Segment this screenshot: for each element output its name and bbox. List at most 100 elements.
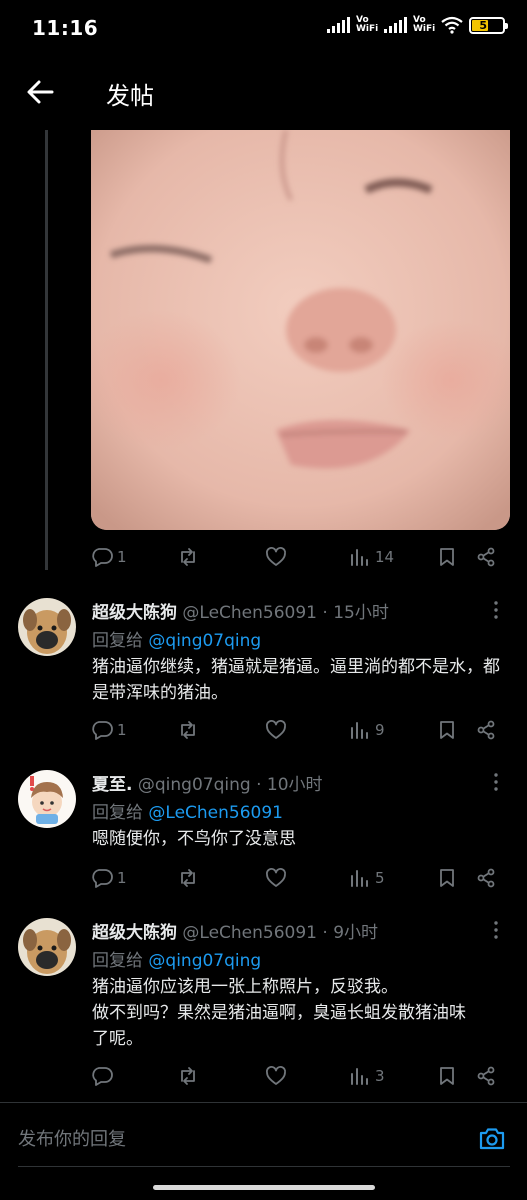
reply-action-bar: 1 9 bbox=[91, 715, 511, 745]
reply-to-mention[interactable]: @LeChen56091 bbox=[148, 803, 283, 823]
views-button[interactable]: 9 bbox=[349, 715, 385, 745]
views-button[interactable]: 3 bbox=[349, 1061, 385, 1091]
composer-divider bbox=[0, 1102, 527, 1103]
reply-to-prefix: 回复给 bbox=[92, 803, 149, 823]
reply-count: 1 bbox=[117, 721, 127, 739]
post-image[interactable] bbox=[91, 130, 510, 530]
thread-connector-line bbox=[45, 130, 48, 570]
share-button[interactable] bbox=[475, 1061, 497, 1091]
retweet-icon bbox=[181, 548, 195, 566]
like-button[interactable] bbox=[265, 1061, 287, 1091]
share-icon bbox=[477, 547, 495, 567]
reply-action-bar: 3 bbox=[91, 1061, 511, 1091]
avatar[interactable] bbox=[18, 598, 76, 656]
bookmark-button[interactable] bbox=[436, 1061, 458, 1091]
share-button[interactable] bbox=[475, 542, 497, 572]
retweet-button[interactable] bbox=[177, 715, 199, 745]
reply-button[interactable] bbox=[91, 1061, 117, 1091]
reply-button[interactable]: 1 bbox=[91, 715, 127, 745]
retweet-button[interactable] bbox=[177, 1061, 199, 1091]
reply-header: 夏至. @qing07qing · 10小时 bbox=[92, 770, 323, 795]
comment-icon bbox=[92, 1067, 113, 1086]
handle-and-time: @LeChen56091 · 15小时 bbox=[182, 603, 389, 623]
share-button[interactable] bbox=[475, 715, 497, 745]
bar-chart-icon bbox=[351, 870, 368, 887]
bookmark-button[interactable] bbox=[436, 715, 458, 745]
retweet-button[interactable] bbox=[177, 542, 199, 572]
like-button[interactable] bbox=[265, 863, 287, 893]
heart-icon bbox=[266, 868, 286, 887]
reply-header: 超级大陈狗 @LeChen56091 · 15小时 bbox=[92, 598, 389, 623]
views-button[interactable]: 14 bbox=[349, 542, 394, 572]
reply-text: 猪油逼你应该甩一张上称照片，反驳我。 做不到吗？果然是猪油逼啊，臭逼长蛆发散猪油… bbox=[92, 974, 512, 1052]
comment-icon bbox=[92, 869, 113, 888]
signal-icon bbox=[327, 17, 350, 33]
reply-text: 嗯随便你，不鸟你了没意思 bbox=[92, 829, 296, 849]
bookmark-button[interactable] bbox=[436, 542, 458, 572]
bar-chart-icon bbox=[351, 549, 368, 566]
retweet-button[interactable] bbox=[177, 863, 199, 893]
display-name[interactable]: 超级大陈狗 bbox=[92, 603, 177, 623]
reply-text-line: 猪油逼你应该甩一张上称照片，反驳我。 bbox=[92, 977, 398, 997]
reply-button[interactable]: 1 bbox=[91, 863, 127, 893]
camera-icon[interactable] bbox=[477, 1124, 507, 1154]
reply-button[interactable]: 1 bbox=[91, 542, 127, 572]
reply-to-prefix: 回复给 bbox=[92, 951, 149, 971]
top-bar: 发帖 bbox=[0, 58, 527, 128]
retweet-icon bbox=[181, 721, 195, 739]
comment-icon bbox=[92, 721, 113, 740]
heart-icon bbox=[266, 1066, 286, 1085]
status-icons: Vo WiFi Vo WiFi 51 bbox=[327, 15, 508, 34]
handle-and-time: @qing07qing · 10小时 bbox=[137, 775, 323, 795]
reply-count: 1 bbox=[117, 869, 127, 887]
reply-to-mention[interactable]: @qing07qing bbox=[148, 951, 261, 971]
bar-chart-icon bbox=[351, 722, 368, 739]
like-button[interactable] bbox=[265, 715, 287, 745]
comment-icon bbox=[92, 548, 113, 567]
composer-underline bbox=[18, 1166, 510, 1167]
reply-count: 1 bbox=[117, 548, 127, 566]
bar-chart-icon bbox=[351, 1068, 368, 1085]
avatar[interactable] bbox=[18, 918, 76, 976]
like-button[interactable] bbox=[265, 542, 287, 572]
share-button[interactable] bbox=[475, 863, 497, 893]
bookmark-icon bbox=[440, 548, 454, 566]
reply-to-mention[interactable]: @qing07qing bbox=[148, 631, 261, 651]
retweet-icon bbox=[181, 869, 195, 887]
views-button[interactable]: 5 bbox=[349, 863, 385, 893]
page-title: 发帖 bbox=[106, 82, 154, 110]
more-options-icon[interactable] bbox=[489, 920, 503, 940]
photo-icon bbox=[91, 130, 510, 530]
vowifi-label-2: Vo WiFi bbox=[413, 15, 436, 34]
share-icon bbox=[477, 1066, 495, 1086]
view-count: 3 bbox=[375, 1067, 385, 1085]
avatar[interactable] bbox=[18, 770, 76, 828]
bookmark-icon bbox=[440, 869, 454, 887]
reply-text-line: 做不到吗？果然是猪油逼啊，臭逼长蛆发散猪油味 bbox=[92, 1003, 466, 1023]
wifi-icon bbox=[441, 16, 463, 34]
reply-composer-input[interactable]: 发布你的回复 bbox=[18, 1115, 438, 1165]
bookmark-icon bbox=[440, 721, 454, 739]
reply-to-line: 回复给 @qing07qing bbox=[92, 626, 261, 651]
share-icon bbox=[477, 868, 495, 888]
dog-avatar-icon bbox=[18, 598, 76, 656]
reply-action-bar: 1 5 bbox=[91, 863, 511, 893]
reply-to-line: 回复给 @LeChen56091 bbox=[92, 798, 283, 823]
display-name[interactable]: 超级大陈狗 bbox=[92, 923, 177, 943]
arrow-left-icon[interactable] bbox=[22, 74, 58, 110]
cartoon-avatar-icon bbox=[18, 770, 76, 828]
reply-text: 猪油逼你继续，猪逼就是猪逼。逼里淌的都不是水，都是带浑味的猪油。 bbox=[92, 657, 500, 703]
signal-icon-2 bbox=[384, 17, 407, 33]
home-indicator[interactable] bbox=[153, 1185, 375, 1190]
bookmark-button[interactable] bbox=[436, 863, 458, 893]
reply-text-line: 了呢。 bbox=[92, 1029, 143, 1049]
view-count: 5 bbox=[375, 869, 385, 887]
vowifi-label: Vo WiFi bbox=[356, 15, 379, 34]
view-count: 14 bbox=[375, 548, 395, 566]
more-options-icon[interactable] bbox=[489, 600, 503, 620]
dog-avatar-icon bbox=[18, 918, 76, 976]
heart-icon bbox=[266, 720, 286, 739]
display-name[interactable]: 夏至. bbox=[92, 775, 132, 795]
more-options-icon[interactable] bbox=[489, 772, 503, 792]
handle-and-time: @LeChen56091 · 9小时 bbox=[182, 923, 379, 943]
